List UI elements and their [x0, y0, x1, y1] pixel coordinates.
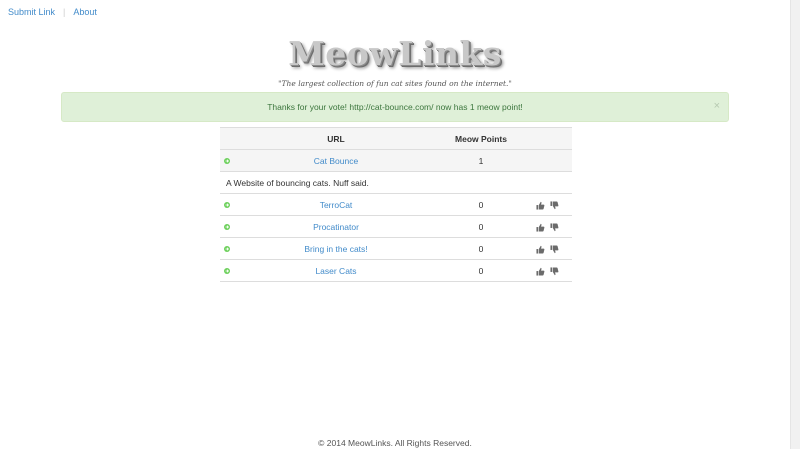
- meow-points: 1: [428, 149, 534, 172]
- thumbs-down-icon[interactable]: [550, 201, 559, 210]
- nav-separator: |: [63, 7, 66, 17]
- arrow-right-circle-icon[interactable]: [224, 223, 230, 230]
- links-table: URL Meow Points Cat Bounce 1 A Website o…: [220, 127, 572, 282]
- arrow-right-circle-icon[interactable]: [224, 267, 230, 274]
- meow-points: 0: [428, 259, 534, 282]
- page-footer: © 2014 MeowLinks. All Rights Reserved.: [318, 438, 472, 448]
- link-name[interactable]: Bring in the cats!: [304, 244, 367, 254]
- link-description: A Website of bouncing cats. Nuff said.: [220, 171, 572, 194]
- thumbs-down-icon[interactable]: [550, 267, 559, 276]
- top-nav: Submit Link | About: [8, 7, 97, 17]
- thumbs-up-icon[interactable]: [536, 267, 545, 276]
- table-row: Cat Bounce 1: [220, 149, 572, 172]
- page-scrollbar[interactable]: [790, 0, 800, 449]
- table-row: Bring in the cats! 0: [220, 237, 572, 260]
- thumbs-up-icon[interactable]: [536, 245, 545, 254]
- header-go: [220, 127, 244, 150]
- table-header-row: URL Meow Points: [220, 127, 572, 150]
- vote-success-alert: Thanks for your vote! http://cat-bounce.…: [61, 92, 729, 122]
- link-name[interactable]: Cat Bounce: [314, 156, 358, 166]
- link-name[interactable]: TerroCat: [320, 200, 353, 210]
- site-logo: MeowLinks: [288, 34, 502, 73]
- thumbs-up-icon[interactable]: [536, 201, 545, 210]
- header-points: Meow Points: [428, 127, 534, 150]
- about-nav[interactable]: About: [73, 7, 97, 17]
- meow-points: 0: [428, 193, 534, 216]
- meow-points: 0: [428, 237, 534, 260]
- alert-close-button[interactable]: ×: [714, 92, 720, 120]
- alert-message: Thanks for your vote! http://cat-bounce.…: [267, 102, 523, 112]
- table-row: Laser Cats 0: [220, 259, 572, 282]
- site-tagline: "The largest collection of fun cat sites…: [278, 79, 512, 88]
- thumbs-down-icon[interactable]: [550, 245, 559, 254]
- table-row: TerroCat 0: [220, 193, 572, 216]
- description-row: A Website of bouncing cats. Nuff said.: [220, 171, 572, 194]
- arrow-right-circle-icon[interactable]: [224, 157, 230, 164]
- thumbs-down-icon[interactable]: [550, 223, 559, 232]
- thumbs-up-icon[interactable]: [536, 223, 545, 232]
- link-name[interactable]: Laser Cats: [315, 266, 356, 276]
- submit-link-nav[interactable]: Submit Link: [8, 7, 55, 17]
- header-vote: [534, 127, 572, 150]
- meow-points: 0: [428, 215, 534, 238]
- arrow-right-circle-icon[interactable]: [224, 245, 230, 252]
- arrow-right-circle-icon[interactable]: [224, 201, 230, 208]
- header-url: URL: [244, 127, 428, 150]
- link-name[interactable]: Procatinator: [313, 222, 359, 232]
- table-row: Procatinator 0: [220, 215, 572, 238]
